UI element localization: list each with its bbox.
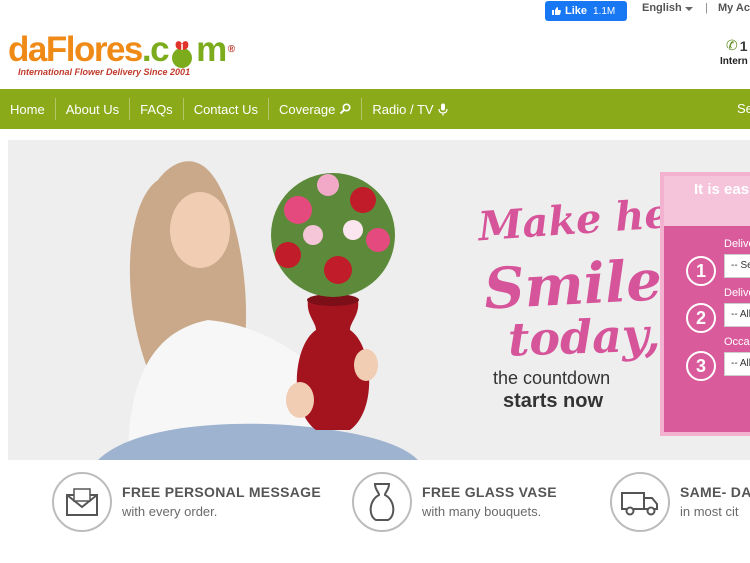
feature-subtitle: in most cit <box>680 504 739 519</box>
envelope-icon <box>52 472 112 532</box>
feature-title: SAME- DA <box>680 484 750 500</box>
nav-radio-label: Radio / TV <box>372 101 434 117</box>
delivery-city-select[interactable]: -- All <box>724 303 750 327</box>
vase-icon <box>352 472 412 532</box>
nav-contact-label: Contact Us <box>193 101 258 117</box>
hero-headline-line3: today, <box>507 307 662 367</box>
quick-order-heading-line2: per <box>694 200 750 220</box>
nav-about-label: About Us <box>65 101 120 117</box>
nav-coverage-label: Coverage <box>279 101 336 117</box>
step-3-badge: 3 <box>686 351 716 381</box>
nav-home-label: Home <box>10 101 45 117</box>
logo-m: m <box>196 30 227 69</box>
nav-about-us[interactable]: About Us <box>56 98 131 120</box>
step-1-badge: 1 <box>686 256 716 286</box>
logo-da: da <box>8 30 47 69</box>
step-2-badge: 2 <box>686 303 716 333</box>
hero-banner[interactable]: Make her Smile today, the countdown star… <box>8 140 750 460</box>
hero-starts-now-text: starts now <box>503 390 604 412</box>
quick-order-panel: It is eas per 1 Delive -- Se 2 Delive --… <box>660 172 750 436</box>
feature-same-day-delivery: SAME- DA in most cit <box>610 472 750 532</box>
feature-title: FREE GLASS VASE <box>422 484 557 500</box>
language-label: English <box>642 2 682 14</box>
nav-faqs[interactable]: FAQs <box>130 98 184 120</box>
feature-title: FREE PERSONAL MESSAGE <box>122 484 321 500</box>
topbar-separator: | <box>705 2 708 14</box>
logo-registered-mark: ® <box>227 44 235 55</box>
woman-with-flowers-image <box>98 150 418 460</box>
step-2-label: Delive <box>724 287 750 299</box>
logo-dot-c: .c <box>141 30 170 69</box>
feature-personal-message: FREE PERSONAL MESSAGE with every order. <box>52 472 321 532</box>
nav-home[interactable]: Home <box>0 98 56 120</box>
language-selector[interactable]: English <box>642 2 693 14</box>
quick-order-heading: It is eas per <box>664 176 750 226</box>
feature-subtitle: with many bouquets. <box>422 504 542 519</box>
facebook-like-count: 1.1M <box>593 5 616 17</box>
phone-digit: 1 <box>739 37 748 54</box>
facebook-like-button[interactable]: Like 1.1M <box>545 1 627 21</box>
phone-number[interactable]: ✆ 1 <box>726 37 748 54</box>
thumbs-up-icon <box>552 7 561 15</box>
logo-flower-icon <box>168 39 196 69</box>
step-1-label: Delive <box>724 238 750 250</box>
nav-radio-tv[interactable]: Radio / TV <box>362 98 457 120</box>
nav-faqs-label: FAQs <box>140 101 173 117</box>
international-label: Intern <box>720 56 748 67</box>
nav-contact-us[interactable]: Contact Us <box>184 98 269 120</box>
search-icon <box>340 103 351 115</box>
phone-icon: ✆ <box>726 37 738 53</box>
logo-flores: Flores <box>45 30 144 69</box>
step-3-label: Occas <box>724 336 750 348</box>
main-nav: Home About Us FAQs Contact Us Coverage R… <box>0 89 750 129</box>
delivery-truck-icon <box>610 472 670 532</box>
site-logo[interactable]: da Flores .c m ® International Flower Delive… <box>8 25 235 78</box>
microphone-icon <box>437 103 448 115</box>
feature-glass-vase: FREE GLASS VASE with many bouquets. <box>352 472 557 532</box>
quick-order-heading-line1: It is eas <box>694 181 750 198</box>
nav-coverage[interactable]: Coverage <box>269 98 363 120</box>
occasion-select[interactable]: -- All <box>724 352 750 376</box>
hero-countdown-text: the countdown <box>493 368 611 388</box>
nav-search-partial[interactable]: Se <box>737 101 750 116</box>
feature-subtitle: with every order. <box>122 504 218 519</box>
my-account-link[interactable]: My Ac <box>718 2 750 14</box>
delivery-country-select[interactable]: -- Se <box>724 254 750 278</box>
facebook-like-label: Like <box>565 5 588 17</box>
chevron-down-icon <box>684 7 693 11</box>
